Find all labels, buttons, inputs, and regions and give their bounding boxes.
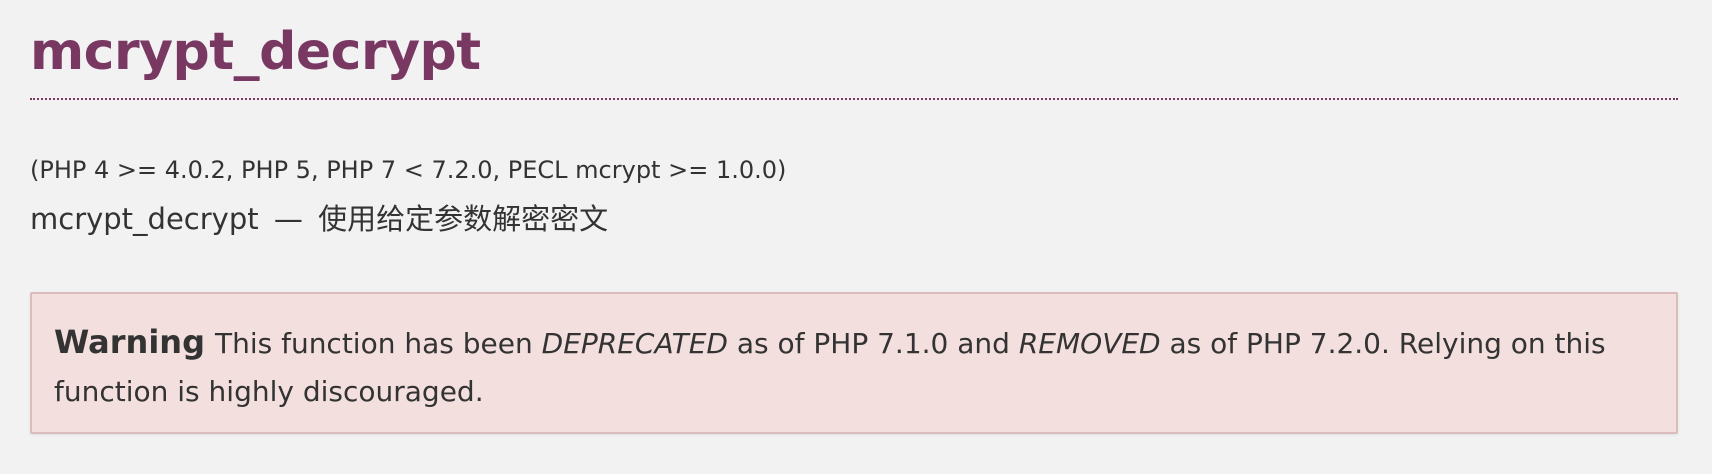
warning-text-2: as of PHP 7.1.0 and xyxy=(727,327,1019,360)
purpose-separator: — xyxy=(273,202,303,236)
warning-text-1: This function has been xyxy=(214,327,542,360)
page: mcrypt_decrypt (PHP 4 >= 4.0.2, PHP 5, P… xyxy=(0,0,1712,474)
title-divider xyxy=(30,98,1678,100)
warning-deprecated: DEPRECATED xyxy=(541,327,728,360)
deprecation-warning: Warning This function has been DEPRECATED… xyxy=(30,292,1678,434)
page-title: mcrypt_decrypt xyxy=(30,22,481,82)
warning-label: Warning xyxy=(54,323,205,361)
function-name: mcrypt_decrypt xyxy=(30,202,259,236)
function-description: 使用给定参数解密密文 xyxy=(318,202,609,236)
warning-removed: REMOVED xyxy=(1018,327,1161,360)
function-purpose: mcrypt_decrypt — 使用给定参数解密密文 xyxy=(30,199,608,239)
version-info: (PHP 4 >= 4.0.2, PHP 5, PHP 7 < 7.2.0, P… xyxy=(30,156,787,184)
